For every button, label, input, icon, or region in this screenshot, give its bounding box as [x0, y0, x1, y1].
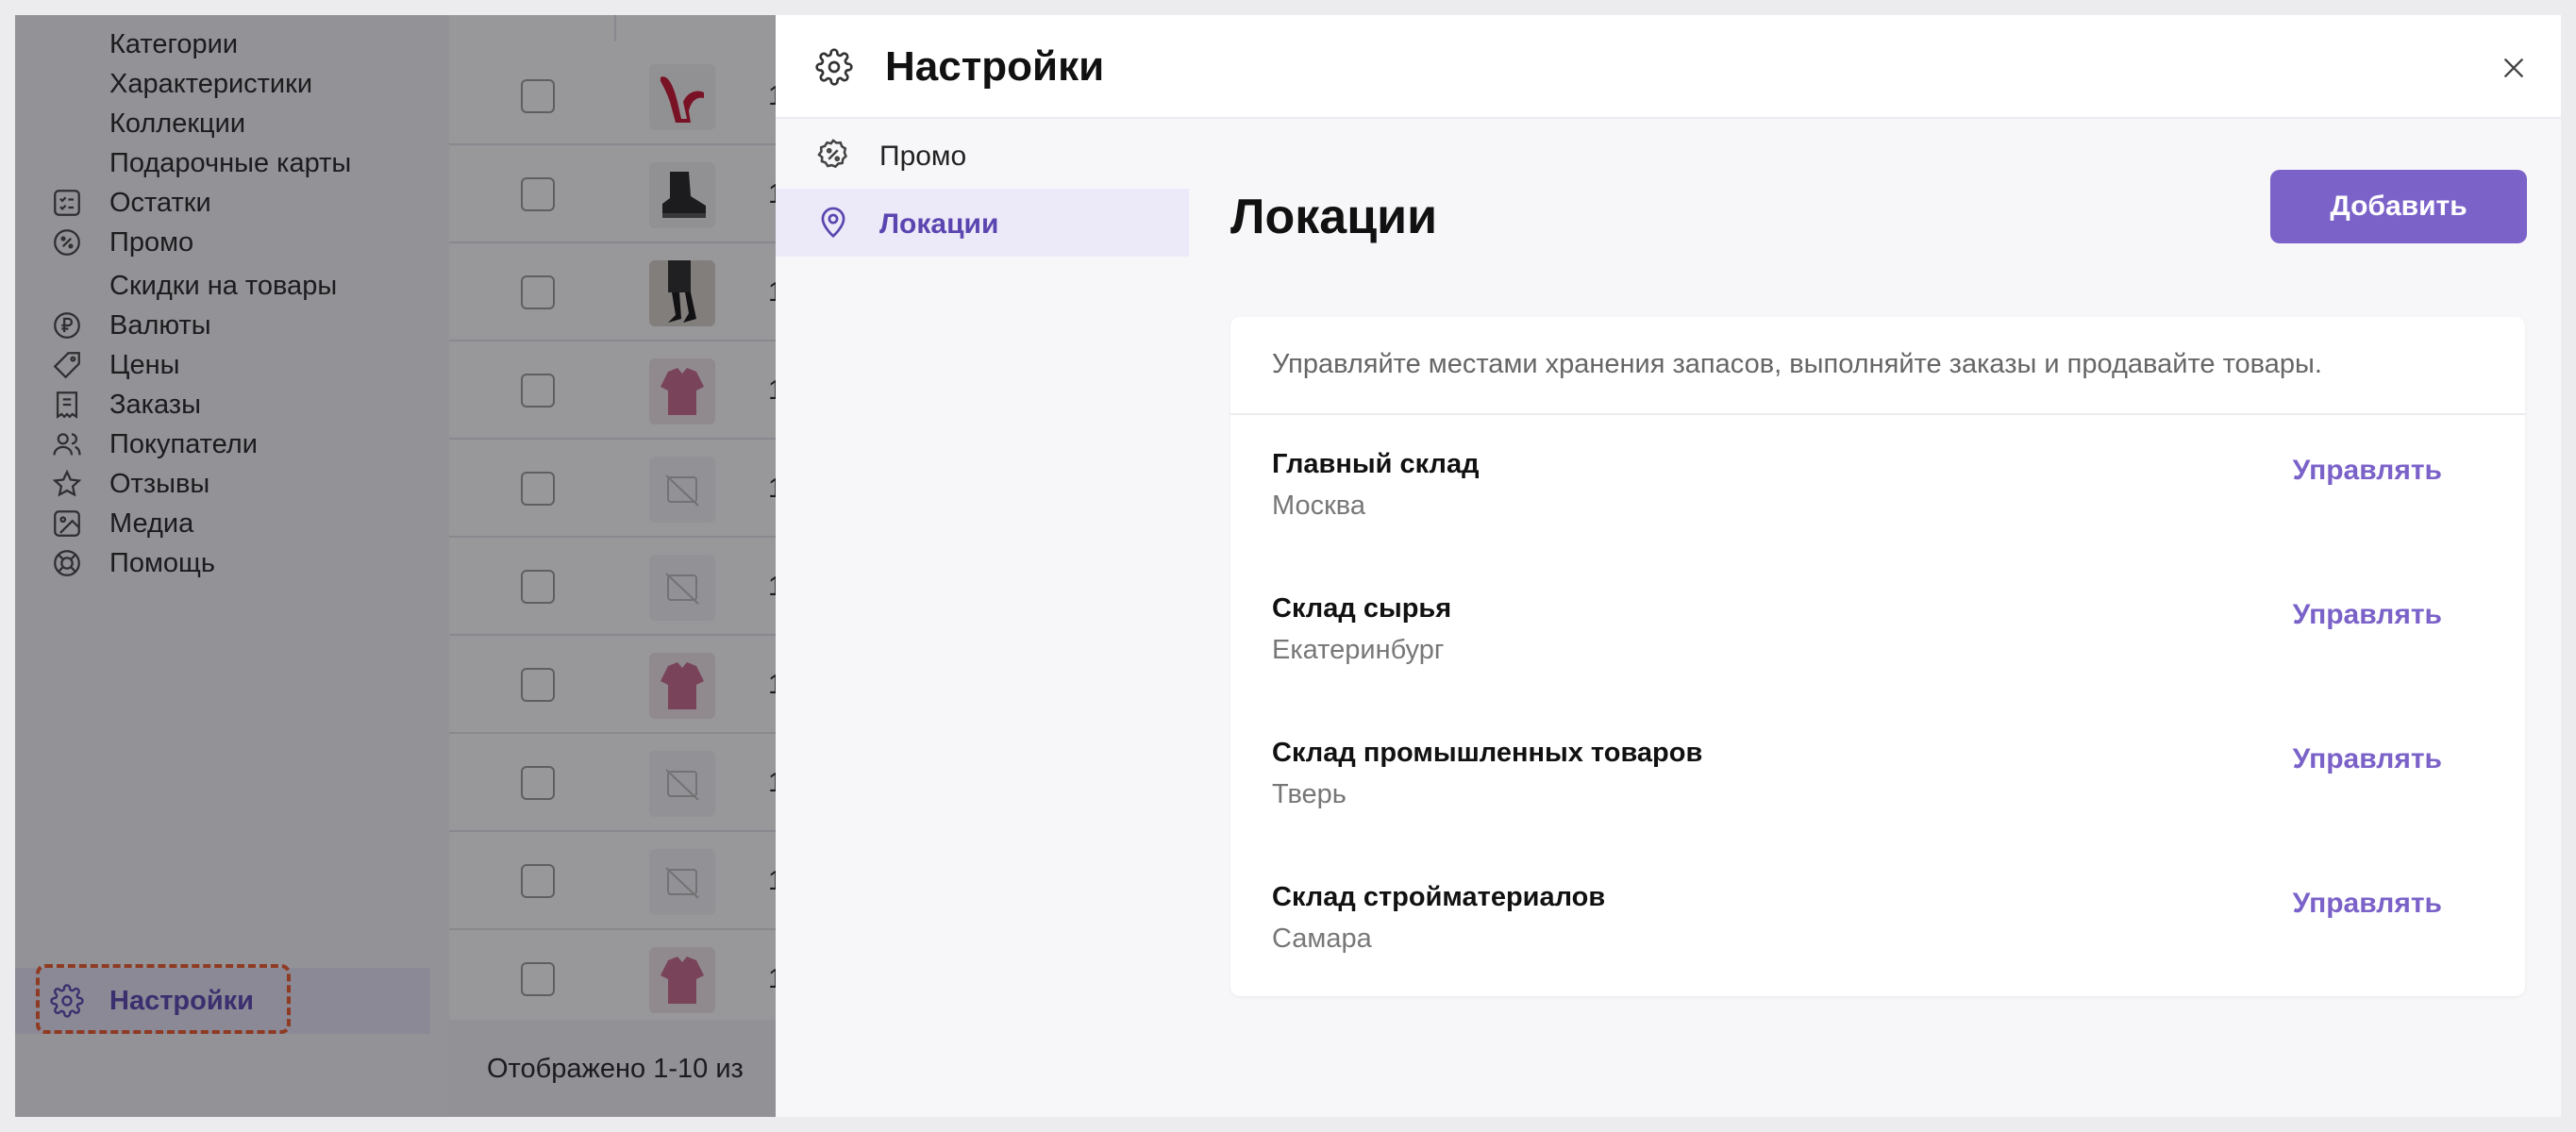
- manage-location-link[interactable]: Управлять: [2293, 599, 2442, 631]
- location-name: Склад промышленных товаров: [1272, 738, 1703, 768]
- settings-modal: Настройки Промо Локации Локации Добавить: [776, 15, 2561, 1117]
- percent-badge-icon: [815, 137, 851, 177]
- location-name: Склад стройматериалов: [1272, 882, 1606, 912]
- map-pin-icon: [815, 205, 851, 245]
- manage-location-link[interactable]: Управлять: [2293, 455, 2442, 487]
- location-item: Склад сырья Екатеринбург Управлять: [1230, 593, 2525, 737]
- settings-nav-label: Промо: [879, 141, 967, 172]
- location-item: Склад промышленных товаров Тверь Управля…: [1230, 738, 2525, 881]
- settings-nav-item-promo[interactable]: Промо: [776, 121, 1189, 189]
- location-city: Екатеринбург: [1272, 635, 1445, 665]
- manage-location-link[interactable]: Управлять: [2293, 743, 2442, 775]
- page-title: Локации: [1230, 190, 1438, 244]
- close-button[interactable]: [2495, 49, 2533, 87]
- card-divider: [1230, 413, 2525, 415]
- location-city: Москва: [1272, 491, 1366, 521]
- settings-nav-label: Локации: [879, 208, 999, 240]
- app-window: Категории Характеристики Коллекции Подар…: [15, 15, 2561, 1117]
- settings-nav-item-locations[interactable]: Локации: [776, 189, 1189, 257]
- add-location-button[interactable]: Добавить: [2270, 170, 2527, 243]
- location-item: Склад стройматериалов Самара Управлять: [1230, 882, 2525, 1025]
- location-item: Главный склад Москва Управлять: [1230, 449, 2525, 592]
- manage-location-link[interactable]: Управлять: [2293, 888, 2442, 920]
- modal-title: Настройки: [885, 43, 1105, 90]
- modal-header: Настройки: [776, 15, 2561, 119]
- location-name: Главный склад: [1272, 449, 1480, 479]
- locations-description: Управляйте местами хранения запасов, вып…: [1272, 349, 2322, 379]
- location-city: Тверь: [1272, 779, 1347, 809]
- gear-icon: [815, 48, 853, 91]
- locations-card: Управляйте местами хранения запасов, вып…: [1230, 317, 2525, 996]
- location-city: Самара: [1272, 924, 1372, 954]
- close-icon: [2504, 58, 2523, 77]
- location-name: Склад сырья: [1272, 593, 1452, 624]
